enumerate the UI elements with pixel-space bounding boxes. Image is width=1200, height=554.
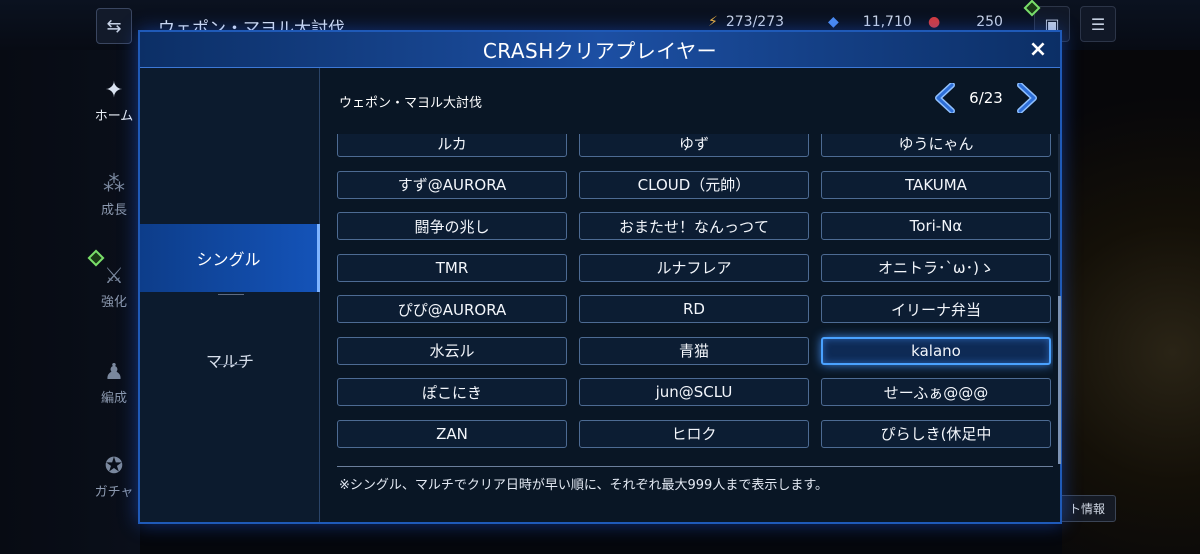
player-name-button[interactable]: TAKUMA [821, 170, 1051, 199]
mode-tabs: シングル マルチ [140, 68, 320, 522]
crystal-icon: ◆ [828, 14, 839, 30]
player-name-button[interactable]: ルカ [337, 134, 567, 157]
player-name-button[interactable]: ZAN [337, 419, 567, 448]
player-name-button[interactable]: せーふぁ@@@ [821, 378, 1051, 406]
player-name-button[interactable]: イリーナ弁当 [821, 295, 1051, 323]
close-icon[interactable]: × [1024, 36, 1052, 64]
back-arrow-icon: ⇆ [106, 15, 122, 37]
nav-party[interactable]: ♟ 編成 [88, 360, 140, 406]
player-name-button[interactable]: おまたせ！なんっつて [579, 212, 809, 240]
crash-clear-player-dialog: CRASHクリアプレイヤー × シングル マルチ ウェポン・マヨル大討伐 6/2… [138, 30, 1062, 524]
player-name-button[interactable]: Tori-Nα [821, 212, 1051, 240]
background-scene [1062, 50, 1200, 554]
scrollbar-thumb[interactable] [1058, 296, 1061, 464]
nav-gacha[interactable]: ✪ ガチャ [88, 454, 140, 500]
tab-multi[interactable]: マルチ [140, 326, 320, 394]
next-page-icon[interactable] [1014, 83, 1040, 113]
gacha-icon: ✪ [104, 454, 124, 479]
player-name-button[interactable]: ぴぴ@AURORA [337, 295, 567, 323]
stamina-counter: ⚡ 273/273 [708, 14, 785, 30]
player-name-button[interactable]: ゆうにゃん [821, 134, 1051, 157]
player-name-button[interactable]: kalano [821, 336, 1051, 365]
upgrade-icon: ⚔ [104, 264, 124, 289]
gem-icon: ● [928, 14, 941, 30]
player-name-button[interactable]: CLOUD（元帥） [579, 170, 809, 199]
prev-page-icon[interactable] [932, 83, 958, 113]
back-button[interactable]: ⇆ [96, 8, 132, 44]
player-name-button[interactable]: すず@AURORA [337, 170, 567, 199]
player-name-button[interactable]: TMR [337, 253, 567, 282]
crystal-counter: ◆ 11,710 [828, 14, 912, 30]
lightning-icon: ⚡ [708, 14, 718, 30]
party-icon: ♟ [104, 360, 124, 385]
nav-growth[interactable]: ⁂ 成長 [88, 172, 140, 218]
dialog-title: CRASHクリアプレイヤー [482, 39, 718, 63]
tab-single[interactable]: シングル [140, 224, 320, 292]
tab-divider [218, 294, 244, 295]
player-name-button[interactable]: ヒロク [579, 419, 809, 448]
page-indicator: 6/23 [969, 89, 1003, 107]
player-list[interactable]: ルカ ゆず ゆうにゃんすず@AURORA CLOUD（元帥） TAKUMA 闘争の兆し おま… [337, 134, 1053, 464]
player-name-button[interactable]: オニトラ･`ω･)ゝ [821, 253, 1051, 282]
player-name-button[interactable]: 青猫 [579, 336, 809, 365]
player-list-panel: ウェポン・マヨル大討伐 6/23 ルカ ゆず ゆうにゃんすず@AURORA CLOUD… [321, 68, 1061, 522]
menu-button[interactable]: ☰ [1080, 6, 1116, 42]
player-name-button[interactable]: ルナフレア [579, 253, 809, 282]
player-name-button[interactable]: 闘争の兆し [337, 212, 567, 240]
pager: 6/23 [932, 80, 1040, 116]
nav-home[interactable]: ✦ ホーム [88, 78, 140, 124]
menu-icon: ☰ [1090, 14, 1106, 34]
home-icon: ✦ [104, 78, 124, 103]
footnote: ※シングル、マルチでクリア日時が早い順に、それぞれ最大999人まで表示します。 [339, 478, 829, 493]
section-title: ウェポン・マヨル大討伐 [339, 96, 483, 111]
gem-counter: ● 250 [928, 14, 1003, 30]
nav-upgrade[interactable]: ⚔ 強化 [88, 264, 140, 310]
dialog-header: CRASHクリアプレイヤー × [140, 32, 1060, 68]
player-grid: ルカ ゆず ゆうにゃんすず@AURORA CLOUD（元帥） TAKUMA 闘争の兆し おま… [337, 134, 1051, 448]
player-name-button[interactable]: jun@SCLU [579, 378, 809, 406]
player-name-button[interactable]: ゆず [579, 134, 809, 157]
player-name-button[interactable]: ぽこにき [337, 378, 567, 406]
tab-divider [218, 364, 244, 365]
player-name-button[interactable]: RD [579, 295, 809, 323]
growth-icon: ⁂ [103, 172, 125, 197]
list-divider [337, 466, 1053, 467]
player-name-button[interactable]: 水云ル [337, 336, 567, 365]
player-name-button[interactable]: ぴらしき(休足中 [821, 419, 1051, 448]
